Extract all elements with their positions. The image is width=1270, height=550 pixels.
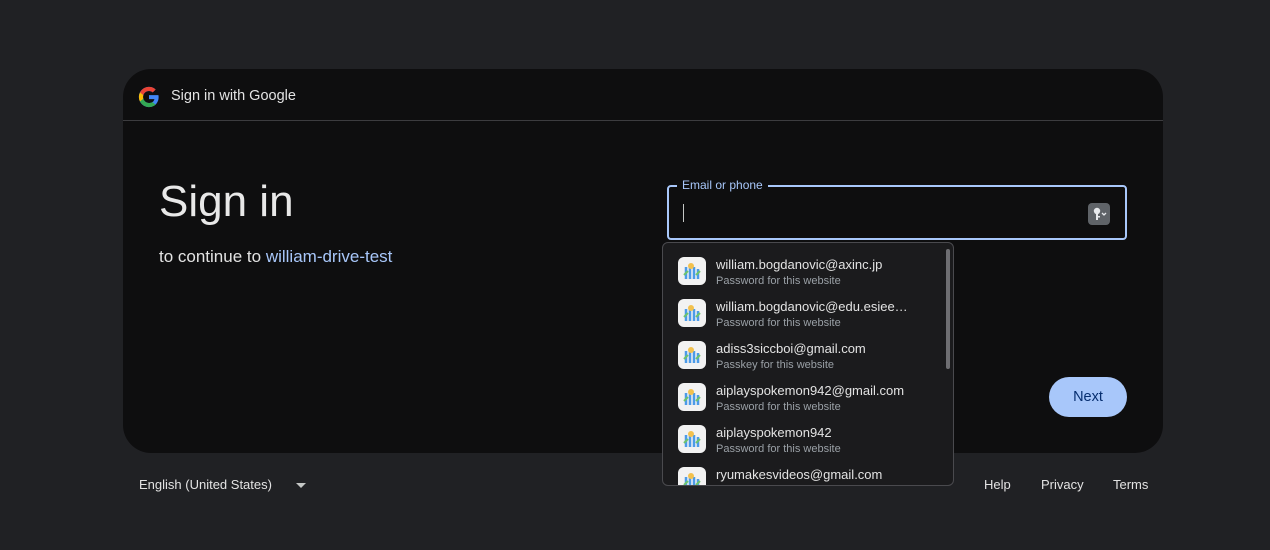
- google-logo-icon: [138, 86, 159, 108]
- autofill-item-subtitle: Password for this website: [716, 275, 841, 287]
- dropdown-scrollbar[interactable]: [944, 249, 950, 479]
- autofill-item[interactable]: william.bogdanovic@edu.esiee… Password f…: [663, 295, 943, 337]
- autofill-item-title: aiplayspokemon942: [716, 425, 832, 440]
- next-button[interactable]: Next: [1049, 377, 1127, 417]
- dropdown-scrollbar-thumb[interactable]: [946, 249, 950, 369]
- passwords-app-icon: [678, 383, 706, 411]
- page-title: Sign in: [159, 177, 294, 226]
- autofill-item[interactable]: aiplayspokemon942 Password for this webs…: [663, 421, 943, 463]
- autofill-dropdown: william.bogdanovic@axinc.jp Password for…: [662, 242, 954, 486]
- passwords-app-icon: [678, 467, 706, 485]
- passwords-app-icon: [678, 299, 706, 327]
- autofill-item-subtitle: Password for this website: [716, 317, 841, 329]
- email-field-label: Email or phone: [677, 178, 768, 192]
- autofill-item-title: william.bogdanovic@axinc.jp: [716, 257, 883, 272]
- autofill-item-subtitle: Passkey for this website: [716, 359, 834, 371]
- autofill-item-title: adiss3siccboi@gmail.com: [716, 341, 866, 356]
- sign-in-card: Sign in with Google Sign in to continue …: [123, 69, 1163, 453]
- autofill-item-subtitle: Password for this website: [716, 443, 841, 455]
- page-subtitle: to continue to william-drive-test: [159, 247, 392, 267]
- key-icon[interactable]: [1088, 203, 1110, 225]
- language-selector[interactable]: English (United States): [139, 477, 272, 492]
- chevron-down-icon[interactable]: [296, 483, 306, 488]
- autofill-item-title: ryumakesvideos@gmail.com: [716, 467, 883, 482]
- card-header: Sign in with Google: [123, 69, 1163, 121]
- privacy-link[interactable]: Privacy: [1041, 477, 1084, 492]
- autofill-item-title: aiplayspokemon942@gmail.com: [716, 383, 905, 398]
- autofill-item[interactable]: adiss3siccboi@gmail.com Passkey for this…: [663, 337, 943, 379]
- email-field[interactable]: Email or phone: [667, 178, 1127, 240]
- autofill-item[interactable]: aiplayspokemon942@gmail.com Password for…: [663, 379, 943, 421]
- subtitle-prefix: to continue to: [159, 247, 262, 266]
- text-caret: [683, 204, 684, 222]
- autofill-item[interactable]: william.bogdanovic@axinc.jp Password for…: [663, 253, 943, 295]
- help-link[interactable]: Help: [984, 477, 1011, 492]
- app-name-link[interactable]: william-drive-test: [266, 247, 393, 266]
- passwords-app-icon: [678, 257, 706, 285]
- passwords-app-icon: [678, 341, 706, 369]
- autofill-item-title: william.bogdanovic@edu.esiee…: [716, 299, 908, 314]
- autofill-item[interactable]: ryumakesvideos@gmail.com: [663, 463, 943, 485]
- autofill-item-subtitle: Password for this website: [716, 401, 841, 413]
- terms-link[interactable]: Terms: [1113, 477, 1148, 492]
- email-input[interactable]: [681, 195, 1071, 231]
- header-title: Sign in with Google: [171, 88, 296, 104]
- passwords-app-icon: [678, 425, 706, 453]
